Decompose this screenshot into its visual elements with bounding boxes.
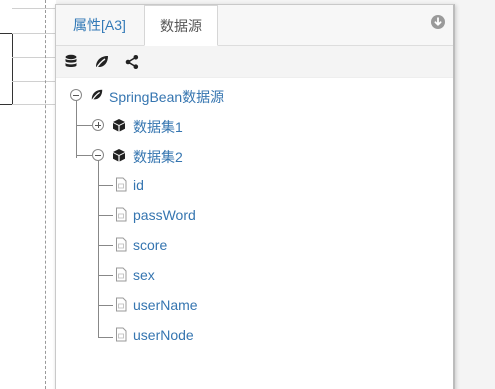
field-file-icon [115,237,127,257]
grid-line [12,104,56,105]
tree-connector [98,275,113,276]
tree-field-sex[interactable]: sex [133,267,155,283]
tree-dataset-2[interactable]: 数据集2 [133,147,183,167]
spring-leaf-icon [90,88,104,107]
sheet-cell[interactable] [0,81,13,105]
tree-field-username[interactable]: userName [133,297,198,313]
spring-leaf-icon[interactable] [94,54,110,70]
root-collapse-toggle[interactable] [70,89,82,101]
tree-connector [98,185,113,186]
tree-root-springbean[interactable]: SpringBean数据源 [109,87,224,107]
tree-connector [98,305,113,306]
tree-field-password[interactable]: passWord [133,207,196,223]
datasource-toolbar [56,46,453,78]
tree-connector [98,215,113,216]
share-icon[interactable] [124,54,140,70]
cube-icon [112,118,126,137]
report-sheet [0,0,56,389]
field-file-icon [115,297,127,317]
designer-stage: 属性[A3] 数据源 SpringBean数据源 数据集1 数据集2 id pa… [0,0,495,389]
field-file-icon [115,327,127,347]
grid-line [12,57,56,58]
sheet-cell[interactable] [0,33,13,84]
tree-field-id[interactable]: id [133,177,144,193]
panel-tabbar: 属性[A3] 数据源 [56,5,453,46]
sheet-cell[interactable] [0,57,13,82]
collapse-panel-icon[interactable] [431,15,445,29]
grid-line [12,8,56,9]
tree-connector [76,125,92,126]
cube-icon [112,148,126,167]
field-file-icon [115,267,127,287]
tree-field-usernode[interactable]: userNode [133,327,194,343]
dataset1-expand-toggle[interactable] [92,119,104,131]
tab-datasource[interactable]: 数据源 [144,5,218,46]
property-panel: 属性[A3] 数据源 SpringBean数据源 数据集1 数据集2 id pa… [55,4,455,389]
tree-connector [76,155,92,156]
tree-connector [76,100,77,158]
grid-line [12,81,56,82]
dataset2-collapse-toggle[interactable] [92,149,104,161]
tab-properties[interactable]: 属性[A3] [56,5,143,45]
field-file-icon [115,177,127,197]
tree-connector [98,337,113,338]
grid-line [12,33,56,34]
page-boundary-line [45,0,46,389]
database-icon[interactable] [64,54,80,70]
tree-connector [98,245,113,246]
tree-connector [98,160,99,338]
tree-dataset-1[interactable]: 数据集1 [133,117,183,137]
tree-field-score[interactable]: score [133,237,167,253]
field-file-icon [115,207,127,227]
